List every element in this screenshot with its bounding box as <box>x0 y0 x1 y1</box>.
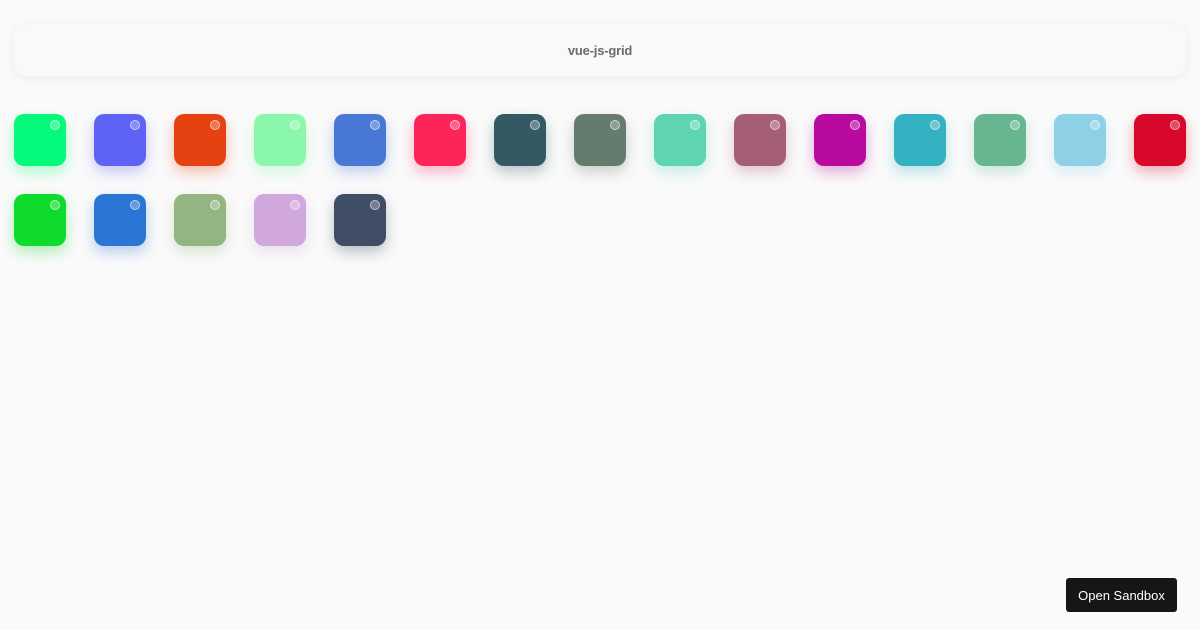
tile-selector-icon[interactable] <box>50 200 60 210</box>
color-tile[interactable] <box>1134 114 1186 166</box>
color-tile[interactable] <box>734 114 786 166</box>
tile-selector-icon[interactable] <box>130 120 140 130</box>
color-tile[interactable] <box>94 114 146 166</box>
color-tile[interactable] <box>974 114 1026 166</box>
tile-selector-icon[interactable] <box>210 120 220 130</box>
color-tile[interactable] <box>174 114 226 166</box>
tile-selector-icon[interactable] <box>690 120 700 130</box>
color-tile[interactable] <box>14 194 66 246</box>
color-tile[interactable] <box>334 194 386 246</box>
tile-selector-icon[interactable] <box>370 120 380 130</box>
color-tile[interactable] <box>814 114 866 166</box>
color-tile[interactable] <box>574 114 626 166</box>
tile-selector-icon[interactable] <box>530 120 540 130</box>
open-sandbox-button[interactable]: Open Sandbox <box>1066 578 1177 612</box>
tile-selector-icon[interactable] <box>370 200 380 210</box>
page-title: vue-js-grid <box>567 42 633 58</box>
tile-selector-icon[interactable] <box>770 120 780 130</box>
tile-selector-icon[interactable] <box>290 120 300 130</box>
tile-selector-icon[interactable] <box>450 120 460 130</box>
tile-selector-icon[interactable] <box>1170 120 1180 130</box>
tile-selector-icon[interactable] <box>130 200 140 210</box>
tile-selector-icon[interactable] <box>50 120 60 130</box>
color-tile[interactable] <box>894 114 946 166</box>
color-tile[interactable] <box>494 114 546 166</box>
color-tile[interactable] <box>1054 114 1106 166</box>
tile-selector-icon[interactable] <box>850 120 860 130</box>
tile-selector-icon[interactable] <box>610 120 620 130</box>
color-tile[interactable] <box>174 194 226 246</box>
tile-selector-icon[interactable] <box>1090 120 1100 130</box>
tile-selector-icon[interactable] <box>210 200 220 210</box>
color-tile[interactable] <box>334 114 386 166</box>
header-bar: vue-js-grid <box>14 24 1186 76</box>
color-tile[interactable] <box>254 194 306 246</box>
tile-selector-icon[interactable] <box>290 200 300 210</box>
tile-selector-icon[interactable] <box>1010 120 1020 130</box>
color-tile[interactable] <box>414 114 466 166</box>
color-tile[interactable] <box>94 194 146 246</box>
color-tile[interactable] <box>654 114 706 166</box>
tile-selector-icon[interactable] <box>930 120 940 130</box>
color-tile[interactable] <box>254 114 306 166</box>
color-tile[interactable] <box>14 114 66 166</box>
